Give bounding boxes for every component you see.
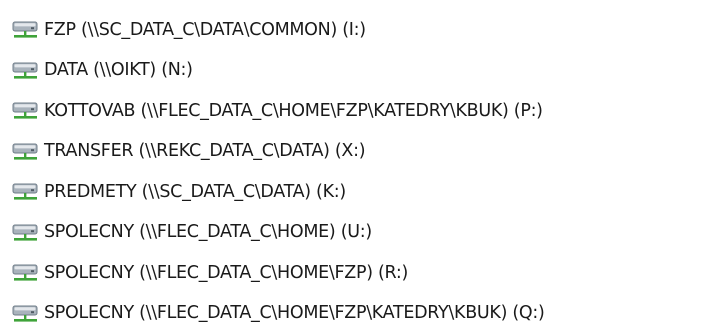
drive-item-transfer-x[interactable]: TRANSFER (\\REKC_DATA_C\DATA) (X:) (0, 132, 722, 173)
network-drive-icon (12, 61, 42, 81)
drive-label: SPOLECNY (\\FLEC_DATA_C\HOME) (U:) (44, 222, 372, 242)
network-drive-icon (12, 142, 42, 162)
drive-label: SPOLECNY (\\FLEC_DATA_C\HOME\FZP\KATEDRY… (44, 303, 545, 323)
network-drive-icon (12, 182, 42, 202)
drive-label: TRANSFER (\\REKC_DATA_C\DATA) (X:) (44, 141, 366, 161)
drive-item-kottovab-p[interactable]: KOTTOVAB (\\FLEC_DATA_C\HOME\FZP\KATEDRY… (0, 91, 722, 132)
network-drive-icon (12, 20, 42, 40)
drive-label: SPOLECNY (\\FLEC_DATA_C\HOME\FZP) (R:) (44, 262, 408, 283)
drive-item-spolecny-u[interactable]: SPOLECNY (\\FLEC_DATA_C\HOME) (U:) (0, 213, 722, 254)
network-drive-list: FZP (\\SC_DATA_C\DATA\COMMON) (I:) DATA … (0, 10, 722, 334)
drive-label: FZP (\\SC_DATA_C\DATA\COMMON) (I:) (44, 19, 366, 40)
drive-label: DATA (\\OIKT) (N:) (44, 60, 193, 80)
network-drive-icon (12, 304, 42, 324)
drive-item-data-n[interactable]: DATA (\\OIKT) (N:) (0, 51, 722, 92)
drive-item-spolecny-r[interactable]: SPOLECNY (\\FLEC_DATA_C\HOME\FZP) (R:) (0, 253, 722, 294)
drive-label: PREDMETY (\\SC_DATA_C\DATA) (K:) (44, 181, 346, 202)
drive-item-fzp-i[interactable]: FZP (\\SC_DATA_C\DATA\COMMON) (I:) (0, 10, 722, 51)
network-drive-icon (12, 263, 42, 283)
network-drive-icon (12, 101, 42, 121)
network-drive-icon (12, 223, 42, 243)
drive-item-spolecny-q[interactable]: SPOLECNY (\\FLEC_DATA_C\HOME\FZP\KATEDRY… (0, 294, 722, 335)
drive-label: KOTTOVAB (\\FLEC_DATA_C\HOME\FZP\KATEDRY… (44, 100, 543, 121)
drive-item-predmety-k[interactable]: PREDMETY (\\SC_DATA_C\DATA) (K:) (0, 172, 722, 213)
